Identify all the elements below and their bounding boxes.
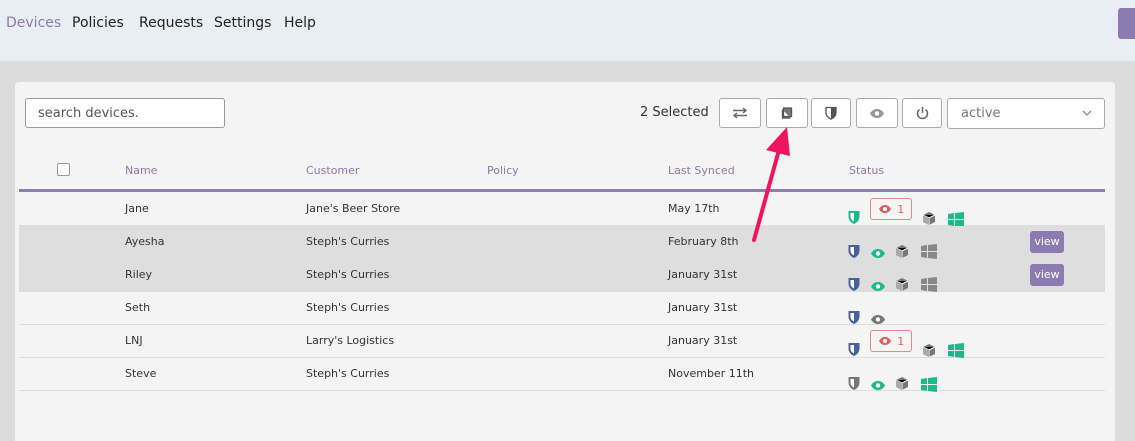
shield-button[interactable] — [811, 98, 851, 128]
assign-policy-button[interactable] — [766, 98, 808, 128]
select-all-checkbox[interactable] — [57, 163, 70, 176]
table-row[interactable]: Steve Steph's Curries November 11th — [19, 358, 1105, 392]
transfer-button[interactable] — [719, 98, 761, 128]
last-synced: January 31st — [668, 334, 738, 347]
alert-count: 1 — [897, 202, 905, 216]
package-icon — [895, 377, 909, 390]
last-synced: February 8th — [668, 235, 739, 248]
alert-badge[interactable]: 1 — [870, 330, 912, 352]
nav-devices[interactable]: Devices — [6, 15, 61, 31]
view-button[interactable]: view — [1030, 231, 1064, 253]
selected-count: 2 Selected — [640, 105, 709, 120]
eye-green-icon — [871, 381, 885, 390]
device-name: Ayesha — [125, 235, 165, 248]
status-filter-value: active — [961, 106, 1001, 121]
add-button[interactable] — [1118, 8, 1135, 39]
shield-icon — [825, 106, 837, 120]
header-last-synced[interactable]: Last Synced — [668, 164, 735, 177]
header-customer[interactable]: Customer — [306, 164, 359, 177]
customer-name: Jane's Beer Store — [306, 202, 401, 215]
top-nav: Devices Policies Requests Settings Help — [0, 0, 1135, 61]
status-filter-select[interactable]: active — [947, 98, 1105, 129]
customer-name: Steph's Curries — [306, 367, 390, 380]
nav-requests[interactable]: Requests — [139, 15, 203, 31]
power-button[interactable] — [902, 98, 942, 128]
search-input[interactable] — [25, 98, 225, 128]
header-policy[interactable]: Policy — [487, 164, 519, 177]
visibility-button[interactable] — [856, 98, 898, 128]
header-divider — [19, 189, 1105, 192]
chevron-down-icon — [1082, 110, 1092, 116]
book-icon — [781, 107, 793, 119]
nav-help[interactable]: Help — [284, 15, 316, 31]
device-name: Steve — [125, 367, 157, 380]
customer-name: Steph's Curries — [306, 301, 390, 314]
table-row[interactable]: Seth Steph's Curries January 31st — [19, 292, 1105, 325]
device-name: Seth — [125, 301, 151, 314]
table-row[interactable]: LNJ Larry's Logistics January 31st 1 — [19, 325, 1105, 358]
eye-alert-icon — [878, 337, 891, 345]
device-name: LNJ — [125, 334, 143, 347]
table-row[interactable]: Riley Steph's Curries January 31st view — [19, 259, 1105, 292]
power-icon — [916, 107, 928, 120]
customer-name: Steph's Curries — [306, 268, 390, 281]
nav-policies[interactable]: Policies — [72, 15, 124, 31]
windows-icon — [921, 377, 937, 392]
eye-icon — [870, 108, 884, 118]
table-row[interactable]: Jane Jane's Beer Store May 17th 1 — [19, 193, 1105, 227]
header-status: Status — [849, 164, 885, 177]
last-synced: January 31st — [668, 301, 738, 314]
transfer-icon — [732, 107, 748, 119]
eye-alert-icon — [878, 205, 891, 213]
last-synced: January 31st — [668, 268, 738, 281]
last-synced: May 17th — [668, 202, 720, 215]
alert-count: 1 — [897, 334, 905, 348]
alert-badge[interactable]: 1 — [870, 198, 912, 220]
customer-name: Larry's Logistics — [306, 334, 395, 347]
device-name: Jane — [125, 202, 149, 215]
header-name[interactable]: Name — [125, 164, 157, 177]
table-row[interactable]: Ayesha Steph's Curries February 8th view — [19, 226, 1105, 259]
nav-settings[interactable]: Settings — [214, 15, 271, 31]
customer-name: Steph's Curries — [306, 235, 390, 248]
view-button[interactable]: view — [1030, 264, 1064, 286]
last-synced: November 11th — [668, 367, 755, 380]
device-name: Riley — [125, 268, 153, 281]
shield-gray-icon — [848, 377, 860, 390]
